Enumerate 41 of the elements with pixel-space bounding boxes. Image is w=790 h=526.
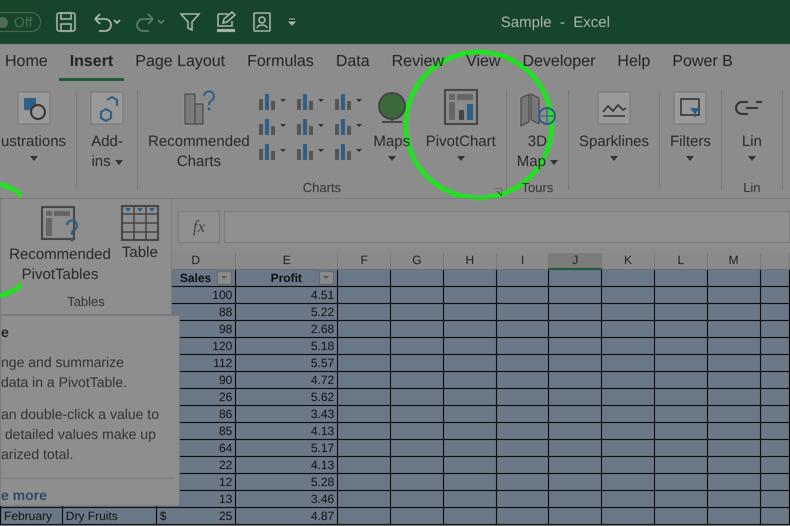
window-title: Sample - Excel — [500, 14, 610, 30]
table-cell: 5.28 — [310, 475, 334, 489]
table-cell: 26 — [218, 390, 232, 404]
group-label: Tours — [521, 180, 554, 194]
group-label: Lin — [743, 180, 761, 194]
table-cell: 12 — [218, 474, 232, 490]
table-cell: 3.43 — [310, 407, 334, 421]
table-cell: 25 — [218, 508, 232, 524]
table-cell: 5.17 — [310, 441, 334, 455]
table-cell: 5.57 — [310, 356, 334, 370]
table-cell: 120 — [212, 338, 232, 354]
table-cell: 5.22 — [310, 305, 334, 319]
table-header-cell: Profit — [270, 270, 302, 285]
table-cell: 5.62 — [310, 390, 334, 404]
table-cell: February — [4, 509, 52, 523]
table-cell: 64 — [218, 440, 232, 456]
table-cell: Dry Fruits — [66, 509, 118, 523]
table-cell: 3.46 — [310, 492, 334, 506]
table-cell: 13 — [218, 492, 232, 506]
table-cell: 85 — [218, 424, 232, 438]
table-cell: 4.72 — [310, 373, 334, 387]
tooltip-text: an double-click a value to detailed values make up arized total. — [1, 405, 160, 464]
table-header-cell: Sales — [180, 270, 212, 285]
table-cell: $ — [160, 508, 166, 524]
table-cell: 4.87 — [310, 509, 334, 523]
table-cell: 112 — [213, 356, 232, 370]
table-cell: 88 — [218, 304, 232, 320]
table-cell: 4.51 — [310, 288, 334, 302]
tooltip-text: nge and summarize data in a PivotTable. — [1, 353, 128, 392]
tooltip-title: e — [1, 324, 9, 340]
group-label: Charts — [302, 180, 342, 194]
group-label: Tables — [67, 294, 105, 309]
table-cell: 98 — [218, 322, 232, 336]
table-cell: 4.13 — [310, 424, 334, 438]
table-cell: 22 — [218, 458, 232, 472]
table-cell: 4.13 — [310, 458, 334, 472]
table-cell: 5.18 — [310, 339, 334, 353]
table-cell: 86 — [218, 406, 232, 422]
table-cell: 90 — [218, 372, 232, 388]
table-cell: 2.68 — [310, 322, 334, 336]
table-cell: 100 — [212, 288, 232, 302]
